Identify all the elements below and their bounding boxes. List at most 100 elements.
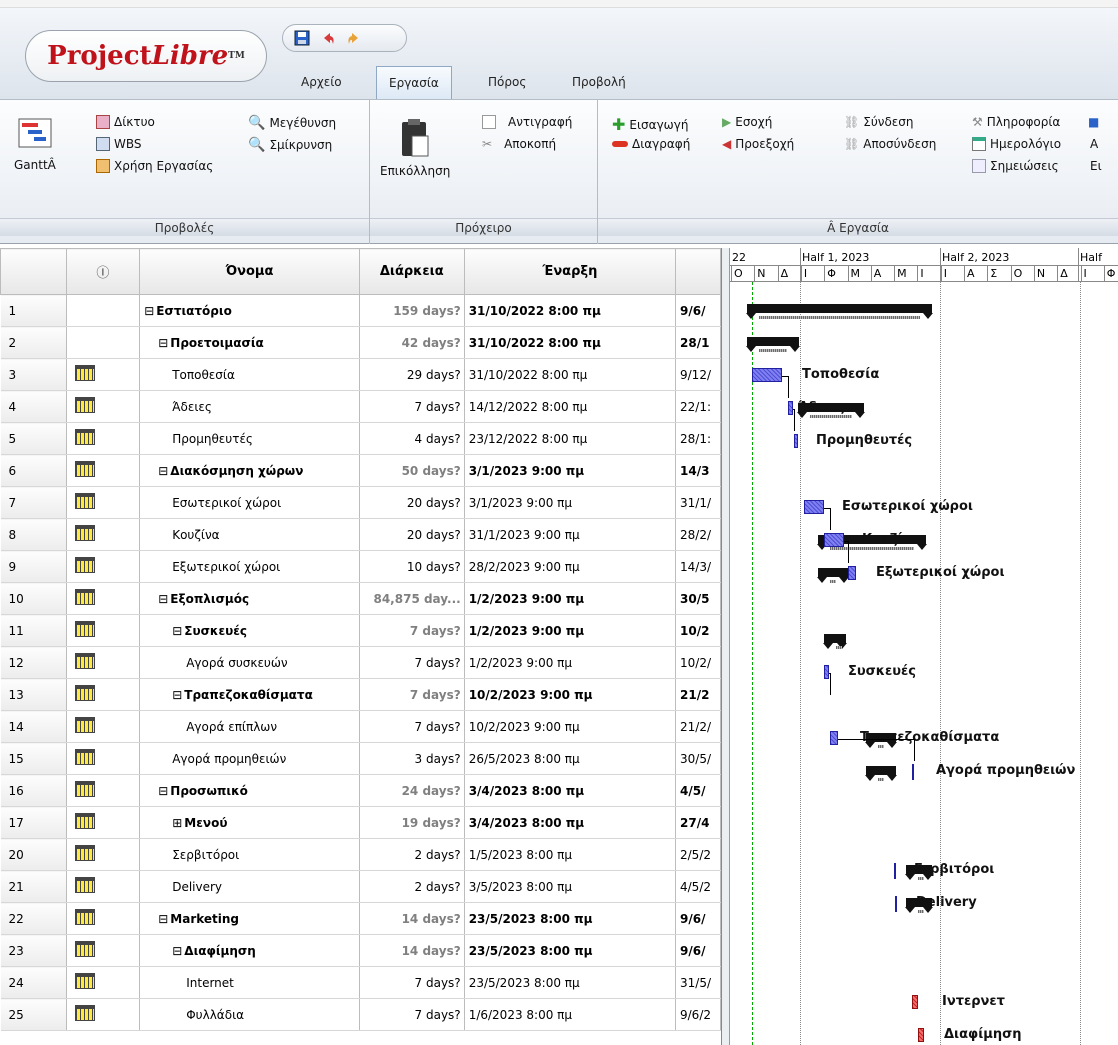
finish-cell[interactable]: 28/1:: [675, 422, 721, 455]
tab-task[interactable]: Εργασία: [376, 66, 452, 99]
table-row[interactable]: 16 ⊟ Προσωπικό 24 days? 3/4/2023 8:00 πμ 4/5/: [0, 774, 721, 807]
table-row[interactable]: 23 ⊟ Διαφίμηση 14 days? 23/5/2023 8:00 πμ 9/6…: [0, 934, 721, 967]
extra-button-2[interactable]: Ει: [1090, 159, 1102, 173]
duration-cell[interactable]: 7 days?: [359, 614, 465, 647]
start-cell[interactable]: 1/2/2023 9:00 πμ: [464, 646, 677, 679]
redo-icon[interactable]: [345, 29, 363, 47]
gantt-button[interactable]: GanttÂ: [14, 118, 56, 172]
start-cell[interactable]: 23/5/2023 8:00 πμ: [464, 934, 677, 967]
finish-cell[interactable]: 2/5/2: [675, 838, 721, 871]
duration-cell[interactable]: 50 days?: [359, 454, 465, 487]
task-name-cell[interactable]: ⊞ Μενού: [139, 806, 360, 839]
row-number[interactable]: 9: [0, 550, 67, 583]
task-name-cell[interactable]: ⊟ Εστιατόριο: [139, 294, 360, 327]
table-row[interactable]: 22 ⊟ Marketing 14 days? 23/5/2023 8:00 πμ 9/6…: [0, 902, 721, 935]
zoom-out-button[interactable]: 🔍 Σμίκρυνση: [248, 137, 332, 153]
start-cell[interactable]: 3/1/2023 9:00 πμ: [464, 486, 677, 519]
expand-toggle-icon[interactable]: ⊟: [158, 336, 168, 350]
start-cell[interactable]: 1/6/2023 8:00 πμ: [464, 998, 677, 1031]
insert-button[interactable]: ✚ Εισαγωγή: [612, 115, 688, 134]
row-number[interactable]: 3: [0, 358, 67, 391]
row-number[interactable]: 4: [0, 390, 67, 423]
table-row[interactable]: 13 ⊟ Τραπεζοκαθίσματα 7 days? 10/2/2023 9:00…: [0, 678, 721, 711]
task-bar[interactable]: [824, 533, 844, 547]
start-cell[interactable]: 31/1/2023 9:00 πμ: [464, 518, 677, 551]
finish-cell[interactable]: 10/2/: [675, 646, 721, 679]
start-cell[interactable]: 14/12/2022 8:00 πμ: [464, 390, 677, 423]
start-cell[interactable]: 31/10/2022 8:00 πμ: [464, 326, 677, 359]
duration-cell[interactable]: 2 days?: [359, 870, 465, 903]
start-cell[interactable]: 3/1/2023 9:00 πμ: [464, 454, 677, 487]
calendar-button[interactable]: Ημερολόγιο: [972, 137, 1061, 151]
table-row[interactable]: 14 Αγορά επίπλων 7 days? 10/2/2023 9:00 πμ 2…: [0, 710, 721, 743]
paste-button[interactable]: Επικόλληση: [380, 118, 450, 178]
extra-button-1[interactable]: Α: [1090, 137, 1098, 151]
finish-cell[interactable]: 9/6/: [675, 934, 721, 967]
row-number[interactable]: 17: [0, 806, 67, 839]
start-cell[interactable]: 23/5/2023 8:00 πμ: [464, 966, 677, 999]
task-name-cell[interactable]: ⊟ Προετοιμασία: [139, 326, 360, 359]
task-name-cell[interactable]: ⊟ Συσκευές: [139, 614, 360, 647]
task-name-cell[interactable]: ⊟ Εξοπλισμός: [139, 582, 360, 615]
duration-cell[interactable]: 14 days?: [359, 902, 465, 935]
task-name-cell[interactable]: ⊟ Διακόσμηση χώρων: [139, 454, 360, 487]
task-name-cell[interactable]: ⊟ Διαφίμηση: [139, 934, 360, 967]
table-row[interactable]: 7 Εσωτερικοί χώροι 20 days? 3/1/2023 9:00 π…: [0, 486, 721, 519]
duration-cell[interactable]: 2 days?: [359, 838, 465, 871]
network-button[interactable]: Δίκτυο: [96, 115, 155, 129]
table-row[interactable]: 11 ⊟ Συσκευές 7 days? 1/2/2023 9:00 πμ 10/2: [0, 614, 721, 647]
duration-cell[interactable]: 7 days?: [359, 710, 465, 743]
task-name-cell[interactable]: ⊟ Προσωπικό: [139, 774, 360, 807]
start-cell[interactable]: 3/4/2023 8:00 πμ: [464, 806, 677, 839]
task-name-cell[interactable]: Αγορά προμηθειών: [139, 742, 360, 775]
undo-icon[interactable]: [319, 29, 337, 47]
finish-cell[interactable]: 14/3: [675, 454, 721, 487]
task-bar[interactable]: [912, 995, 918, 1009]
row-number[interactable]: 13: [0, 678, 67, 711]
task-name-cell[interactable]: Αγορά επίπλων: [139, 710, 360, 743]
summary-bar[interactable]: [823, 634, 847, 649]
finish-cell[interactable]: 9/6/: [675, 902, 721, 935]
notes-button[interactable]: Σημειώσεις: [972, 159, 1059, 173]
finish-cell[interactable]: 21/2/: [675, 710, 721, 743]
duration-cell[interactable]: 7 days?: [359, 966, 465, 999]
table-row[interactable]: 21 Delivery 2 days? 3/5/2023 8:00 πμ 4/5/2: [0, 870, 721, 903]
duration-cell[interactable]: 20 days?: [359, 486, 465, 519]
tab-resource[interactable]: Πόρος: [476, 66, 538, 99]
table-row[interactable]: 5 Προμηθευτές 4 days? 23/12/2022 8:00 πμ 28/…: [0, 422, 721, 455]
table-row[interactable]: 10 ⊟ Εξοπλισμός 84,875 day... 1/2/2023 9:00 …: [0, 582, 721, 615]
table-row[interactable]: 9 Εξωτερικοί χώροι 10 days? 28/2/2023 9:00 …: [0, 550, 721, 583]
table-row[interactable]: 8 Κουζίνα 20 days? 31/1/2023 9:00 πμ 28/2/: [0, 518, 721, 551]
extra-icon-button[interactable]: ■: [1088, 115, 1099, 129]
task-name-cell[interactable]: ⊟ Τραπεζοκαθίσματα: [139, 678, 360, 711]
col-header-start[interactable]: Έναρξη: [463, 248, 677, 295]
expand-toggle-icon[interactable]: ⊟: [172, 624, 182, 638]
zoom-in-button[interactable]: 🔍 Μεγέθυνση: [248, 115, 336, 131]
row-number[interactable]: 24: [0, 966, 67, 999]
duration-cell[interactable]: 7 days?: [359, 646, 465, 679]
row-number[interactable]: 25: [0, 998, 67, 1031]
duration-cell[interactable]: 159 days?: [359, 294, 465, 327]
finish-cell[interactable]: 4/5/: [675, 774, 721, 807]
start-cell[interactable]: 28/2/2023 9:00 πμ: [464, 550, 677, 583]
expand-toggle-icon[interactable]: ⊞: [172, 816, 182, 830]
task-bar[interactable]: [794, 434, 798, 448]
col-header-duration[interactable]: Διάρκεια: [358, 248, 465, 295]
row-number[interactable]: 8: [0, 518, 67, 551]
start-cell[interactable]: 10/2/2023 9:00 πμ: [464, 678, 677, 711]
table-row[interactable]: 2 ⊟ Προετοιμασία 42 days? 31/10/2022 8:00 πμ…: [0, 326, 721, 359]
expand-toggle-icon[interactable]: ⊟: [158, 912, 168, 926]
task-name-cell[interactable]: Delivery: [139, 870, 360, 903]
start-cell[interactable]: 31/10/2022 8:00 πμ: [464, 358, 677, 391]
table-row[interactable]: 24 Internet 7 days? 23/5/2023 8:00 πμ 31/5/: [0, 966, 721, 999]
task-name-cell[interactable]: Σερβιτόροι: [139, 838, 360, 871]
expand-toggle-icon[interactable]: ⊟: [144, 304, 154, 318]
duration-cell[interactable]: 42 days?: [359, 326, 465, 359]
duration-cell[interactable]: 20 days?: [359, 518, 465, 551]
start-cell[interactable]: 23/5/2023 8:00 πμ: [464, 902, 677, 935]
task-bar[interactable]: [788, 401, 793, 415]
duration-cell[interactable]: 24 days?: [359, 774, 465, 807]
finish-cell[interactable]: 14/3/: [675, 550, 721, 583]
row-number[interactable]: 11: [0, 614, 67, 647]
save-icon[interactable]: [293, 29, 311, 47]
